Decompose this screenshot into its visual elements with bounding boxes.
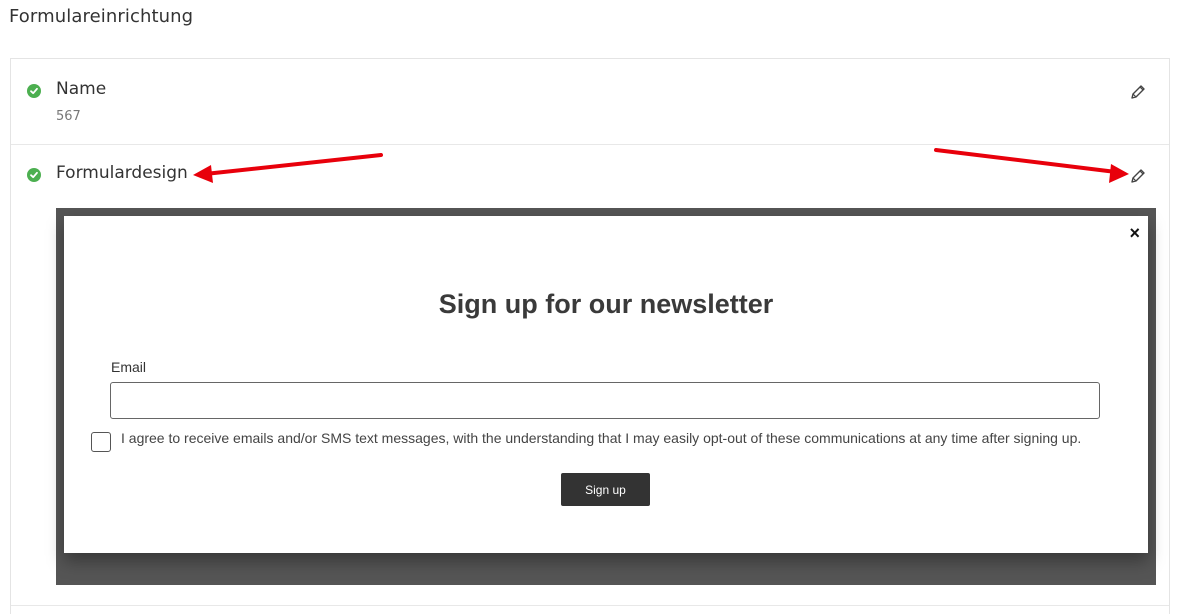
section-value-name: 567 — [56, 109, 81, 124]
close-icon[interactable]: × — [1129, 224, 1140, 242]
section-title-form-design: Formulardesign — [56, 163, 188, 183]
form-preview-backdrop: × Sign up for our newsletter Email I agr… — [56, 208, 1156, 585]
popup-heading: Sign up for our newsletter — [438, 289, 774, 319]
pencil-icon[interactable] — [1129, 83, 1147, 101]
check-circle-icon — [27, 168, 41, 182]
section-title-name: Name — [56, 79, 107, 99]
consent-text: I agree to receive emails and/or SMS tex… — [121, 430, 1082, 446]
newsletter-popup: × Sign up for our newsletter Email I agr… — [64, 216, 1148, 553]
pencil-icon[interactable] — [1129, 167, 1147, 185]
consent-checkbox[interactable] — [91, 432, 111, 452]
section-divider — [11, 144, 1169, 145]
signup-button[interactable]: Sign up — [561, 473, 650, 506]
check-circle-icon — [27, 84, 41, 98]
email-label: Email — [111, 359, 147, 375]
page-title: Formulareinrichtung — [9, 6, 194, 27]
email-field[interactable] — [110, 382, 1100, 419]
form-setup-card: Name 567 Formulardesign × Sign up for ou… — [10, 58, 1170, 614]
section-divider — [11, 605, 1169, 606]
